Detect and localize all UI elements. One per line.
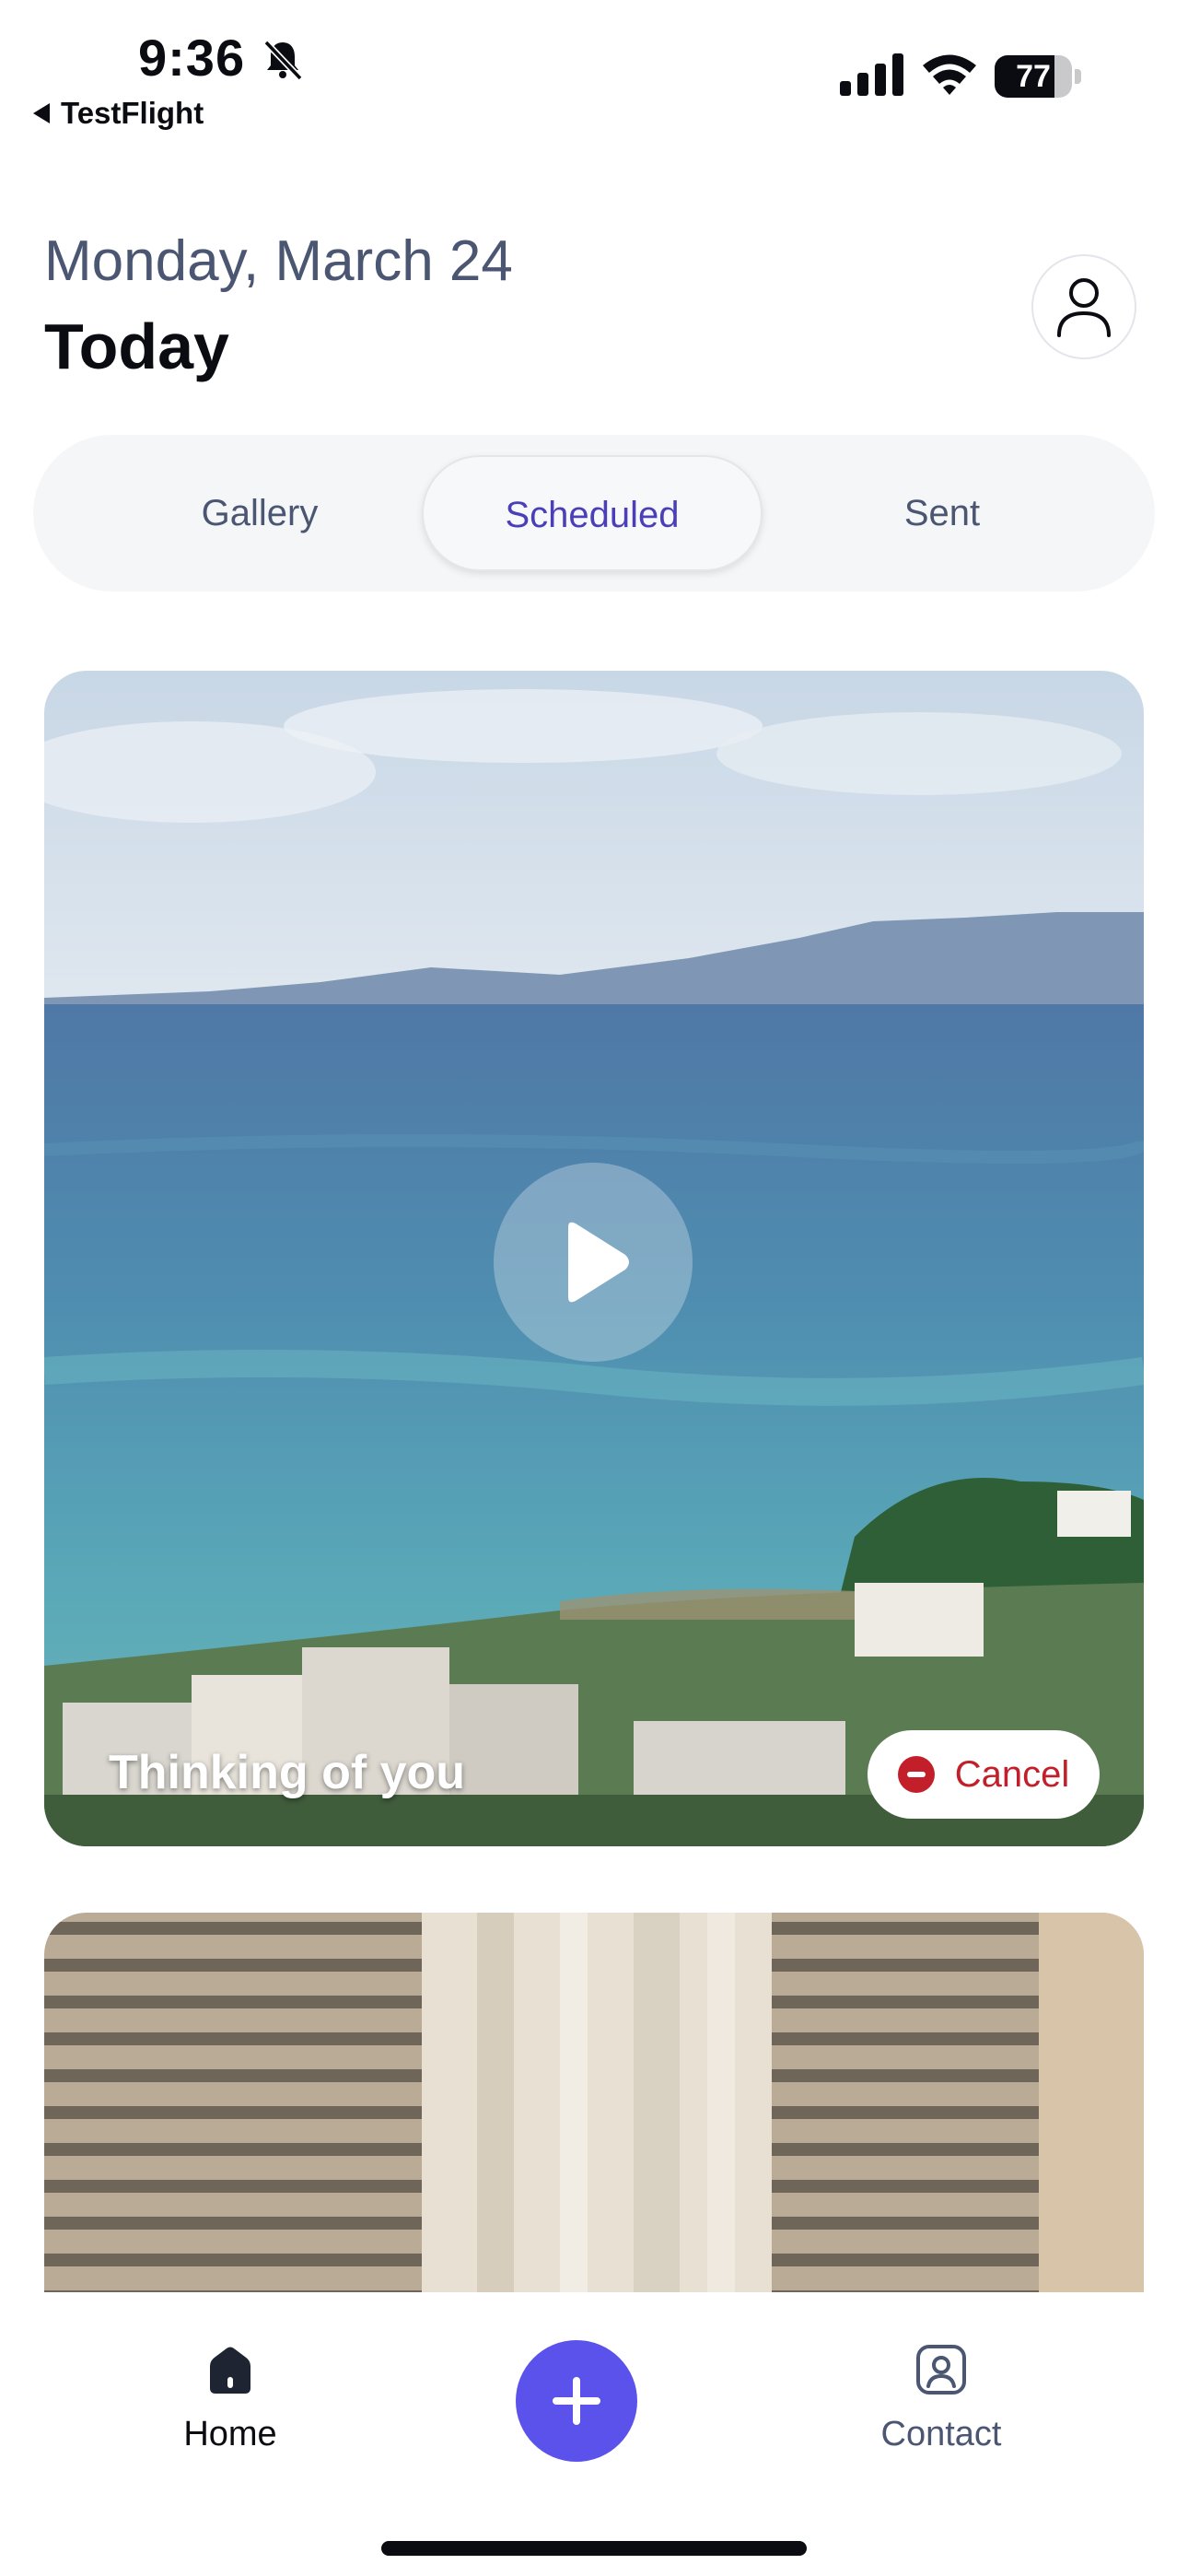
blind-slat [772, 2217, 1039, 2230]
nav-contact[interactable]: Contact [831, 2342, 1052, 2454]
nav-home[interactable]: Home [120, 2342, 341, 2454]
card-caption: Thinking of you [109, 1746, 466, 1799]
scheduled-video-card[interactable] [44, 1913, 1144, 2355]
blind-slat [772, 2106, 1039, 2119]
blind-slat [772, 1996, 1039, 2008]
battery-icon: 77 [995, 55, 1083, 98]
cancel-label: Cancel [954, 1753, 1070, 1795]
blind-slat [772, 2032, 1039, 2045]
blind-slat [44, 2069, 422, 2082]
add-button[interactable] [516, 2340, 637, 2462]
blind-slat [772, 1922, 1039, 1935]
back-app-label: TestFlight [61, 96, 204, 130]
home-icon [210, 2347, 250, 2394]
date-subtitle: Monday, March 24 [44, 229, 513, 293]
blind-slat [44, 1922, 422, 1935]
tab-gallery[interactable]: Gallery [85, 455, 435, 571]
blind-slat [772, 2180, 1039, 2193]
cancel-button[interactable]: Cancel [868, 1730, 1100, 1819]
battery-percent: 77 [1016, 59, 1051, 94]
blind-slat [772, 1959, 1039, 1972]
profile-button[interactable] [1031, 254, 1136, 359]
nav-contact-label: Contact [880, 2415, 1002, 2453]
page-title: Today [44, 310, 229, 382]
back-arrow-icon [33, 103, 50, 123]
bell-slash-icon [263, 40, 303, 81]
status-time: 9:36 [138, 29, 246, 87]
play-icon [568, 1222, 629, 1303]
blind-slat [44, 2180, 422, 2193]
tab-bar: Gallery Scheduled Sent [33, 435, 1155, 591]
blind-slat [44, 2254, 422, 2266]
cellular-signal-icon [840, 53, 903, 96]
blind-slat [44, 2032, 422, 2045]
tab-sent[interactable]: Sent [799, 455, 1085, 571]
home-indicator [381, 2541, 807, 2556]
plus-icon [553, 2377, 600, 2425]
blind-slat [44, 2143, 422, 2156]
tab-scheduled[interactable]: Scheduled [422, 455, 763, 571]
back-to-testflight[interactable]: TestFlight [33, 96, 204, 131]
nav-home-label: Home [183, 2415, 277, 2453]
blind-slat [772, 2254, 1039, 2266]
bottom-nav: Home Contact [0, 2292, 1188, 2576]
wifi-icon [923, 54, 976, 95]
minus-circle-icon [897, 1756, 935, 1793]
blind-slat [44, 1996, 422, 2008]
contact-icon [916, 2345, 966, 2395]
blind-slat [772, 2069, 1039, 2082]
scheduled-video-card[interactable]: Thinking of you Cancel [44, 671, 1144, 1846]
blind-slat [772, 2143, 1039, 2156]
person-icon [1057, 278, 1111, 337]
blind-slat [44, 1959, 422, 1972]
blind-slat [44, 2106, 422, 2119]
blind-slat [44, 2217, 422, 2230]
play-button[interactable] [494, 1163, 693, 1362]
video-thumbnail [44, 1913, 1144, 2355]
